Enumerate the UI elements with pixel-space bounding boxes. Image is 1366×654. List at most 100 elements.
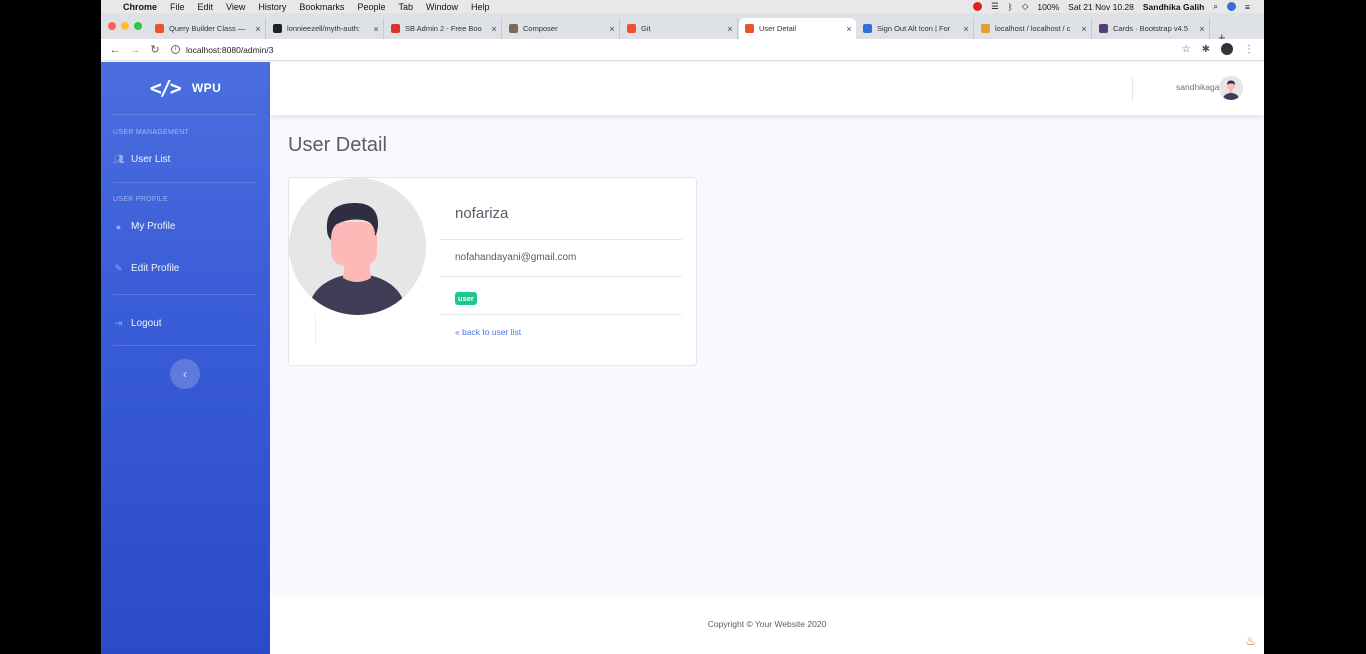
tab-favicon-icon xyxy=(627,24,636,33)
users-icon: 👥︎ xyxy=(113,154,125,164)
user-name: nofariza xyxy=(440,192,682,240)
tab-favicon-icon xyxy=(155,24,164,33)
menu-tab[interactable]: Tab xyxy=(398,2,413,12)
notification-center-icon[interactable]: ≡ xyxy=(1245,2,1250,12)
browser-tab[interactable]: Query Builder Class — × xyxy=(149,18,266,39)
menu-people[interactable]: People xyxy=(357,2,385,12)
screen: Chrome File Edit View History Bookmarks … xyxy=(101,0,1264,654)
tab-label: Git xyxy=(641,24,651,33)
menu-bookmarks[interactable]: Bookmarks xyxy=(299,2,344,12)
sidebar-divider xyxy=(113,114,257,115)
sidebar-item-logout[interactable]: ⇥ Logout xyxy=(113,318,162,329)
debug-toolbar-flame-icon[interactable]: ♨ xyxy=(1245,634,1256,648)
role-badge: user xyxy=(455,292,477,305)
back-to-user-list-link[interactable]: « back to user list xyxy=(455,327,521,337)
forward-icon[interactable]: → xyxy=(129,44,141,56)
menu-edit[interactable]: Edit xyxy=(198,2,214,12)
wifi-icon[interactable]: ◇ xyxy=(1022,1,1029,12)
tab-close-icon[interactable]: × xyxy=(959,24,973,34)
tab-strip: Query Builder Class — × lonnieezell/myth-a… xyxy=(101,13,1264,45)
tab-label: Sign Out Alt Icon | For xyxy=(877,24,951,33)
user-email: nofahandayani@gmail.com xyxy=(440,240,682,277)
browser-tab[interactable]: lonnieezell/myth-auth: × xyxy=(267,18,384,39)
tab-close-icon[interactable]: × xyxy=(723,24,737,34)
mac-menu-bar: Chrome File Edit View History Bookmarks … xyxy=(101,0,1264,13)
sidebar-item-edit-profile[interactable]: ✎ Edit Profile xyxy=(113,263,180,274)
tab-favicon-icon xyxy=(391,24,400,33)
sidebar-divider xyxy=(113,294,257,295)
sidebar-item-my-profile[interactable]: ● My Profile xyxy=(113,221,176,232)
url-field[interactable]: i localhost:8080/admin/3 xyxy=(171,45,273,55)
sign-out-icon: ⇥ xyxy=(114,318,123,328)
user-icon: ● xyxy=(115,221,122,232)
page-title: User Detail xyxy=(288,134,387,156)
toolbar-actions: ☆ ✱ ⋮ xyxy=(1182,43,1254,55)
menu-user[interactable]: Sandhika Galih xyxy=(1143,2,1204,12)
siri-icon[interactable] xyxy=(1227,2,1237,11)
user-photo xyxy=(289,178,426,315)
tab-favicon-icon xyxy=(509,24,518,33)
battery-level[interactable]: 100% xyxy=(1037,2,1059,12)
user-detail-card: nofariza nofahandayani@gmail.com user « … xyxy=(288,177,697,366)
menu-help[interactable]: Help xyxy=(471,2,490,12)
maximize-window-button[interactable] xyxy=(134,22,142,30)
copyright-text: Copyright © Your Website 2020 xyxy=(707,619,827,629)
browser-tab[interactable]: Cards · Bootstrap v4.5 × xyxy=(1093,18,1210,39)
close-window-button[interactable] xyxy=(108,22,116,30)
url-text[interactable]: localhost:8080/admin/3 xyxy=(186,45,273,55)
status-area: ☰ ᛒ ◇ 100% Sat 21 Nov 10.28 Sandhika Gal… xyxy=(973,0,1250,13)
extensions-icon[interactable]: ✱ xyxy=(1202,44,1210,55)
browser-tab[interactable]: SB Admin 2 - Free Boo × xyxy=(385,18,502,39)
address-bar: ← → ↻ i localhost:8080/admin/3 ☆ ✱ ⋮ xyxy=(101,39,1264,61)
tab-close-icon[interactable]: × xyxy=(605,24,619,34)
tab-favicon-icon xyxy=(745,24,754,33)
profile-avatar-icon[interactable] xyxy=(1221,43,1233,55)
spotlight-icon[interactable]: ⌕ xyxy=(1213,1,1218,12)
card-decor-line xyxy=(315,314,316,344)
sidebar-item-label: Logout xyxy=(131,318,162,329)
tab-favicon-icon xyxy=(981,24,990,33)
tab-favicon-icon xyxy=(863,24,872,33)
browser-tab[interactable]: Sign Out Alt Icon | For × xyxy=(857,18,974,39)
sidebar-toggle-button[interactable]: ‹ xyxy=(170,359,200,389)
footer: Copyright © Your Website 2020 xyxy=(270,596,1264,654)
tab-close-icon[interactable]: × xyxy=(1077,24,1091,34)
bluetooth-icon[interactable]: ᛒ xyxy=(1008,2,1013,12)
menu-view[interactable]: View xyxy=(226,2,245,12)
sidebar-heading-user-management: USER MANAGEMENT xyxy=(113,129,190,136)
site-info-icon[interactable]: i xyxy=(171,45,180,54)
menu-app-name[interactable]: Chrome xyxy=(123,2,157,12)
reload-icon[interactable]: ↻ xyxy=(149,43,161,56)
chrome-menu-icon[interactable]: ⋮ xyxy=(1244,44,1254,55)
tab-label: localhost / localhost / c xyxy=(995,24,1071,33)
tab-close-icon[interactable]: × xyxy=(842,24,856,34)
tab-close-icon[interactable]: × xyxy=(369,24,383,34)
sidebar-brand[interactable]: </> WPU xyxy=(101,62,270,114)
sidebar-item-label: My Profile xyxy=(131,221,176,232)
menu-history[interactable]: History xyxy=(258,2,286,12)
user-edit-icon: ✎ xyxy=(114,263,123,273)
browser-tab[interactable]: User Detail × xyxy=(739,18,856,39)
datetime[interactable]: Sat 21 Nov 10.28 xyxy=(1068,2,1134,12)
tab-label: Cards · Bootstrap v4.5 xyxy=(1113,24,1189,33)
tab-close-icon[interactable]: × xyxy=(1195,24,1209,34)
menu-file[interactable]: File xyxy=(170,2,185,12)
sidebar-heading-user-profile: USER PROFILE xyxy=(113,196,168,203)
bookmark-star-icon[interactable]: ☆ xyxy=(1182,44,1191,55)
record-icon[interactable] xyxy=(973,2,983,11)
menu-window[interactable]: Window xyxy=(426,2,458,12)
tab-label: User Detail xyxy=(759,24,797,33)
sidebar-item-user-list[interactable]: 👥︎ User List xyxy=(113,154,170,165)
sidebar-divider xyxy=(113,182,257,183)
back-icon[interactable]: ← xyxy=(109,44,121,56)
tab-close-icon[interactable]: × xyxy=(487,24,501,34)
browser-tab[interactable]: Git × xyxy=(621,18,738,39)
avatar[interactable] xyxy=(1219,76,1243,100)
browser-tab[interactable]: Composer × xyxy=(503,18,620,39)
brand-name: WPU xyxy=(191,81,222,95)
minimize-window-button[interactable] xyxy=(121,22,129,30)
topbar-divider xyxy=(1132,77,1133,101)
browser-tab[interactable]: localhost / localhost / c × xyxy=(975,18,1092,39)
stack-icon[interactable]: ☰ xyxy=(991,1,999,12)
tab-close-icon[interactable]: × xyxy=(251,24,265,34)
